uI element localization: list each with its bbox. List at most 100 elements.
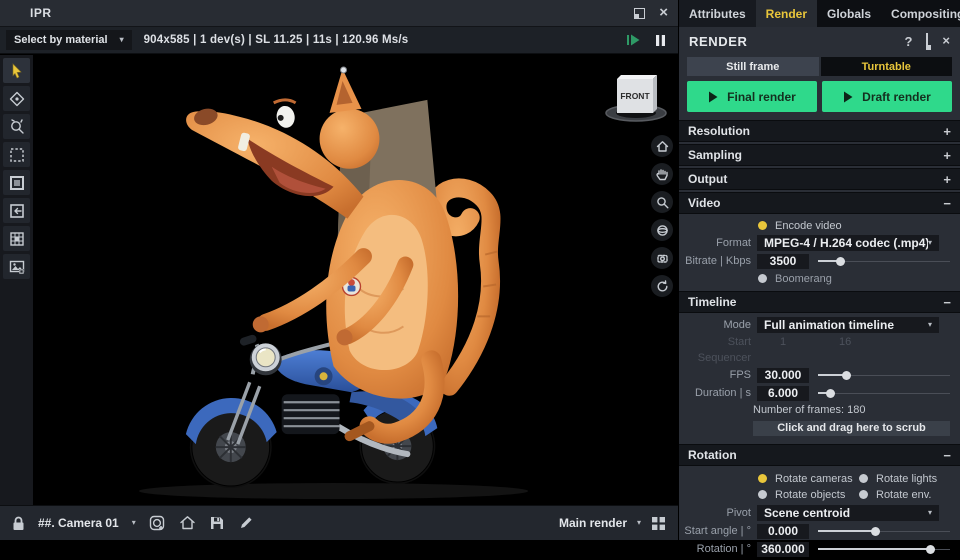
draft-render-button[interactable]: Draft render bbox=[822, 81, 952, 112]
select-mode-dropdown[interactable]: Select by material ▾ bbox=[6, 30, 132, 50]
move-icon bbox=[9, 91, 25, 107]
orbit-icon bbox=[656, 224, 669, 237]
tool-marquee-select[interactable] bbox=[3, 142, 30, 167]
home-view-button[interactable] bbox=[179, 515, 196, 531]
tool-pixel-inspect[interactable] bbox=[3, 226, 30, 251]
lock-icon[interactable] bbox=[12, 516, 25, 531]
section-rotation[interactable]: Rotation − bbox=[679, 444, 960, 466]
camera-dropdown[interactable]: ##. Camera 01 bbox=[38, 516, 119, 530]
start-angle-value[interactable]: 0.000 bbox=[757, 524, 809, 539]
tab-turntable[interactable]: Turntable bbox=[821, 57, 953, 76]
chevron-down-icon[interactable]: ▾ bbox=[637, 519, 641, 527]
toggle-dot-on bbox=[758, 221, 767, 230]
format-dropdown[interactable]: MPEG-4 / H.264 codec (.mp4) ▾ bbox=[757, 235, 939, 251]
rotation-angle-value[interactable]: 360.000 bbox=[757, 542, 809, 557]
tool-navigate[interactable] bbox=[3, 86, 30, 111]
section-sampling[interactable]: Sampling + bbox=[679, 144, 960, 166]
start-row-disabled: Start 1 16 bbox=[679, 334, 960, 350]
pixel-grid-icon bbox=[9, 231, 25, 247]
bitrate-slider[interactable] bbox=[818, 254, 950, 269]
ipr-title: IPR bbox=[30, 6, 52, 20]
view-zoom-button[interactable] bbox=[651, 191, 673, 213]
tool-render-region[interactable] bbox=[3, 170, 30, 195]
view-cube[interactable]: FRONT bbox=[604, 69, 670, 125]
view-frame-button[interactable] bbox=[651, 247, 673, 269]
timeline-mode-dropdown[interactable]: Full animation timeline ▾ bbox=[757, 317, 939, 333]
ipr-body: FRONT bbox=[0, 55, 678, 505]
final-render-button[interactable]: Final render bbox=[687, 81, 817, 112]
app-screen: IPR × Select by material ▾ 904x585 | 1 d… bbox=[0, 0, 960, 540]
chevron-down-icon[interactable]: ▾ bbox=[132, 519, 136, 527]
tool-save-image[interactable] bbox=[3, 254, 30, 279]
tab-compositing[interactable]: Compositing bbox=[881, 0, 960, 27]
tool-clip-view[interactable] bbox=[3, 198, 30, 223]
ipr-float-button[interactable] bbox=[634, 8, 645, 19]
view-orbit-button[interactable] bbox=[651, 219, 673, 241]
region-icon bbox=[9, 175, 25, 191]
rotation-angle-slider[interactable] bbox=[818, 542, 950, 557]
pivot-dropdown[interactable]: Scene centroid ▾ bbox=[757, 505, 939, 521]
boomerang-toggle[interactable]: Boomerang bbox=[679, 270, 960, 287]
fps-label: FPS bbox=[679, 369, 757, 381]
resume-render-icon[interactable] bbox=[626, 33, 641, 47]
magnifier-icon bbox=[9, 119, 25, 135]
refresh-icon bbox=[656, 280, 669, 293]
sequencer-label: Sequencer bbox=[679, 352, 757, 364]
duration-slider[interactable] bbox=[818, 386, 950, 401]
slider-knob[interactable] bbox=[842, 371, 851, 380]
section-output[interactable]: Output + bbox=[679, 168, 960, 190]
tab-render[interactable]: Render bbox=[756, 0, 817, 27]
tab-attributes[interactable]: Attributes bbox=[679, 0, 756, 27]
radio-rotate-lights[interactable]: Rotate lights bbox=[859, 471, 960, 486]
view-home-button[interactable] bbox=[651, 135, 673, 157]
pause-render-icon[interactable] bbox=[655, 34, 666, 47]
help-button[interactable]: ? bbox=[904, 34, 912, 49]
section-resolution[interactable]: Resolution + bbox=[679, 120, 960, 142]
bitrate-value[interactable]: 3500 bbox=[757, 254, 809, 269]
timeline-section-body: Mode Full animation timeline ▾ Start 1 1… bbox=[679, 313, 960, 442]
view-cube-label: FRONT bbox=[620, 91, 650, 101]
render-target-dropdown[interactable]: Main render bbox=[559, 516, 627, 530]
render-viewport[interactable]: FRONT bbox=[33, 55, 678, 505]
ipr-close-button[interactable]: × bbox=[659, 7, 668, 19]
start-value: 1 bbox=[757, 336, 809, 348]
scrub-bar[interactable]: Click and drag here to scrub bbox=[753, 421, 950, 436]
view-reset-button[interactable] bbox=[651, 275, 673, 297]
section-video[interactable]: Video − bbox=[679, 192, 960, 214]
slider-knob[interactable] bbox=[826, 389, 835, 398]
panel-title: RENDER bbox=[689, 34, 748, 49]
tab-globals[interactable]: Globals bbox=[817, 0, 881, 27]
tool-select-cursor[interactable] bbox=[3, 58, 30, 83]
ipr-window: IPR × Select by material ▾ 904x585 | 1 d… bbox=[0, 0, 678, 540]
duration-value[interactable]: 6.000 bbox=[757, 386, 809, 401]
encode-video-toggle[interactable]: Encode video bbox=[679, 217, 960, 234]
section-timeline[interactable]: Timeline − bbox=[679, 291, 960, 313]
tab-still-frame[interactable]: Still frame bbox=[687, 57, 819, 76]
slider-knob[interactable] bbox=[836, 257, 845, 266]
radio-dot bbox=[758, 490, 767, 499]
start-angle-slider[interactable] bbox=[818, 524, 950, 539]
slider-knob[interactable] bbox=[926, 545, 935, 554]
chevron-down-icon: ▾ bbox=[928, 509, 932, 517]
radio-rotate-cameras[interactable]: Rotate cameras bbox=[758, 471, 859, 486]
render-mode-tabs: Still frame Turntable bbox=[687, 57, 952, 76]
fps-value[interactable]: 30.000 bbox=[757, 368, 809, 383]
view-pan-button[interactable] bbox=[651, 163, 673, 185]
hand-icon bbox=[656, 168, 668, 181]
fullscreen-button[interactable] bbox=[651, 516, 666, 531]
slider-knob[interactable] bbox=[871, 527, 880, 536]
add-camera-button[interactable] bbox=[149, 515, 166, 532]
panel-close-button[interactable]: × bbox=[942, 35, 950, 47]
radio-rotate-env[interactable]: Rotate env. bbox=[859, 487, 960, 502]
dock-arrow-icon bbox=[9, 203, 25, 219]
fps-slider[interactable] bbox=[818, 368, 950, 383]
panel-float-button[interactable] bbox=[926, 34, 928, 49]
edit-camera-button[interactable] bbox=[238, 515, 254, 531]
start-label: Start bbox=[679, 336, 757, 348]
panel-tab-bar: Attributes Render Globals Compositing To… bbox=[679, 0, 960, 27]
render-stats: 904x585 | 1 dev(s) | SL 11.25 | 11s | 12… bbox=[144, 34, 409, 46]
save-view-button[interactable] bbox=[209, 515, 225, 531]
tool-zoom-region[interactable] bbox=[3, 114, 30, 139]
radio-rotate-objects[interactable]: Rotate objects bbox=[758, 487, 859, 502]
play-icon bbox=[708, 91, 718, 103]
